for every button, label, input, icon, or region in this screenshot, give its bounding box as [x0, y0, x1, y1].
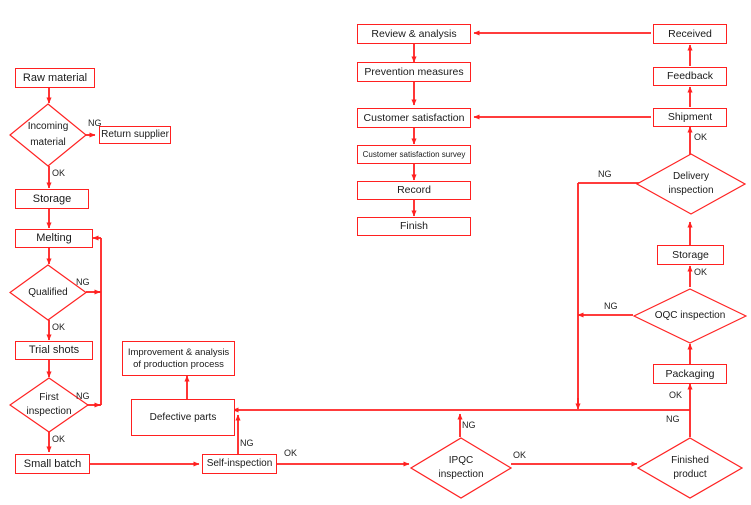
diamond-shape: [636, 153, 746, 215]
flowchart-canvas: Raw material Incoming material Return su…: [0, 0, 751, 505]
node-label-line2: of production process: [133, 358, 224, 370]
node-return-supplier[interactable]: Return supplier: [99, 126, 171, 144]
node-review-analysis[interactable]: Review & analysis: [357, 24, 471, 44]
node-storage-left[interactable]: Storage: [15, 189, 89, 209]
node-label: Defective parts: [149, 411, 217, 423]
node-label: Shipment: [667, 111, 713, 124]
node-label: Finish: [399, 220, 428, 233]
edge-label-first-inspection-ok: OK: [52, 434, 66, 444]
node-defective-parts[interactable]: Defective parts: [131, 399, 235, 436]
edge-label-ipqc-ng: NG: [462, 420, 476, 430]
node-label: Storage: [672, 248, 709, 261]
edge-label-oqc-ok: OK: [694, 267, 708, 277]
edge-label-self-inspection-ng: NG: [240, 438, 254, 448]
node-label-line1: Delivery: [672, 171, 710, 183]
node-finish[interactable]: Finish: [357, 217, 471, 236]
node-feedback[interactable]: Feedback: [653, 67, 727, 86]
node-label: Feedback: [666, 70, 714, 83]
node-label: Review & analysis: [371, 27, 457, 40]
node-finished-product[interactable]: Finished product: [637, 437, 743, 499]
node-label: Qualified: [28, 286, 68, 298]
edge-label-qualified-ng: NG: [76, 277, 90, 287]
node-label: Storage: [32, 192, 72, 205]
node-label-line1: IPQC: [448, 455, 474, 467]
node-improvement-analysis[interactable]: Improvement & analysis of production pro…: [122, 341, 235, 376]
edge-label-finished-ok: OK: [669, 390, 683, 400]
node-label: Return supplier: [101, 129, 169, 141]
node-label-line2: material: [30, 137, 66, 148]
diamond-shape: [9, 377, 89, 433]
node-packaging[interactable]: Packaging: [653, 364, 727, 384]
node-label: Prevention measures: [364, 65, 464, 78]
node-label-line1: Improvement & analysis: [127, 347, 230, 359]
node-oqc-inspection[interactable]: OQC inspection: [633, 288, 747, 344]
node-label: Record: [397, 184, 431, 197]
edge-label-incoming-ng: NG: [88, 118, 102, 128]
node-self-inspection[interactable]: Self-inspection: [202, 454, 277, 474]
node-label-line2: inspection: [668, 185, 714, 196]
node-delivery-inspection[interactable]: Delivery inspection: [636, 153, 746, 215]
node-shipment[interactable]: Shipment: [653, 108, 727, 127]
node-label: OQC inspection: [654, 310, 726, 322]
diamond-shape: [9, 103, 87, 167]
node-customer-satisfaction-survey[interactable]: Customer satisfaction survey: [357, 145, 471, 164]
node-label: Customer satisfaction: [363, 111, 465, 124]
diamond-shape: [410, 437, 512, 499]
node-small-batch[interactable]: Small batch: [15, 454, 90, 474]
node-label: Raw material: [22, 71, 88, 84]
node-record[interactable]: Record: [357, 181, 471, 200]
node-label: Self-inspection: [206, 458, 273, 470]
node-first-inspection[interactable]: First inspection: [9, 377, 89, 433]
node-customer-satisfaction[interactable]: Customer satisfaction: [357, 108, 471, 128]
edge-label-self-inspection-ok: OK: [284, 448, 298, 458]
edge-label-qualified-ok: OK: [52, 322, 66, 332]
edge-label-incoming-ok: OK: [52, 168, 66, 178]
node-trial-shots[interactable]: Trial shots: [15, 341, 93, 360]
node-incoming-material[interactable]: Incoming material: [9, 103, 87, 167]
node-label-line2: inspection: [26, 406, 72, 417]
node-label-line2: inspection: [438, 469, 484, 480]
edge-label-ipqc-ok: OK: [513, 450, 527, 460]
node-label-line1: Finished: [671, 455, 709, 467]
node-storage-right[interactable]: Storage: [657, 245, 724, 265]
node-label: Received: [668, 27, 712, 40]
node-received[interactable]: Received: [653, 24, 727, 44]
node-ipqc-inspection[interactable]: IPQC inspection: [410, 437, 512, 499]
node-qualified[interactable]: Qualified: [9, 264, 87, 321]
node-label: Melting: [36, 232, 72, 245]
edge-label-oqc-ng: NG: [604, 301, 618, 311]
node-label: Small batch: [23, 457, 82, 470]
node-melting[interactable]: Melting: [15, 229, 93, 248]
node-label: Packaging: [665, 367, 715, 380]
node-label-line1: Incoming: [27, 121, 69, 133]
edge-label-delivery-ng: NG: [598, 169, 612, 179]
diamond-shape: [637, 437, 743, 499]
node-raw-material[interactable]: Raw material: [15, 68, 95, 88]
edge-label-delivery-ok: OK: [694, 132, 708, 142]
node-prevention-measures[interactable]: Prevention measures: [357, 62, 471, 82]
edge-label-finished-ng: NG: [666, 414, 680, 424]
node-label: Customer satisfaction survey: [362, 149, 466, 159]
node-label: Trial shots: [28, 344, 80, 357]
node-label-line2: product: [673, 469, 707, 480]
edge-label-first-inspection-ng: NG: [76, 391, 90, 401]
